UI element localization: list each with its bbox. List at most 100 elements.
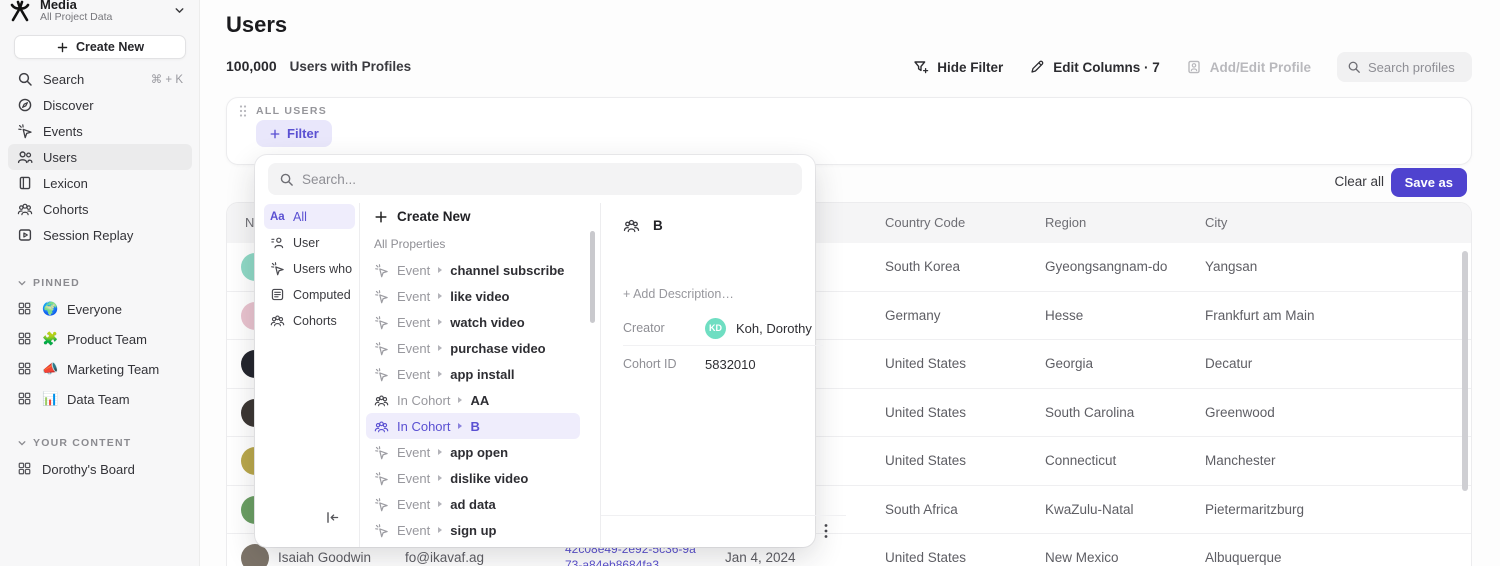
property-item-ad-data[interactable]: Eventad data	[366, 491, 580, 517]
property-item-in-cohort-b[interactable]: In CohortB	[366, 413, 580, 439]
sidebar-item-discover[interactable]: Discover	[8, 92, 192, 118]
category-all[interactable]: Aa All	[264, 204, 355, 229]
cohort-id-label: Cohort ID	[623, 357, 685, 371]
property-item-sign-up[interactable]: Eventsign up	[366, 517, 580, 543]
chevron-down-icon	[173, 4, 186, 17]
chevron-right-icon	[438, 267, 442, 273]
chevron-down-icon	[17, 278, 27, 288]
cohort-id-value: 5832010	[705, 357, 756, 372]
avatar	[241, 544, 269, 566]
user-property-icon	[270, 235, 285, 250]
column-header-region[interactable]: Region	[1045, 203, 1086, 243]
cohorts-icon	[374, 419, 389, 434]
add-edit-profile-button[interactable]: Add/Edit Profile	[1186, 59, 1311, 75]
cohort-title: B	[653, 218, 663, 233]
pinned-item-product-team[interactable]: 🧩 Product Team	[8, 324, 192, 354]
sidebar-item-cohorts[interactable]: Cohorts	[8, 196, 192, 222]
book-icon	[17, 175, 33, 191]
sidebar-item-events[interactable]: Events	[8, 118, 192, 144]
cell-country: United States	[885, 437, 966, 485]
plus-icon	[269, 128, 281, 140]
session-replay-icon	[17, 227, 33, 243]
pencil-icon	[1029, 59, 1045, 75]
pinned-header[interactable]: PINNED	[8, 272, 192, 294]
aa-text-icon: Aa	[270, 211, 285, 223]
add-filter-button[interactable]: Filter	[256, 120, 332, 147]
popup-create-new[interactable]: Create New	[374, 209, 471, 224]
cell-country: South Africa	[885, 486, 958, 534]
cell-region: Gyeongsangnam-do	[1045, 243, 1167, 291]
search-icon	[1347, 60, 1361, 74]
search-profiles-input[interactable]	[1368, 60, 1462, 75]
board-grid-icon	[17, 391, 33, 407]
category-cohorts[interactable]: Cohorts	[264, 308, 355, 333]
popup-scrollbar[interactable]	[590, 231, 595, 323]
creator-row: Creator KD Koh, Dorothy	[623, 315, 823, 341]
hide-filter-button[interactable]: Hide Filter	[913, 59, 1003, 75]
creator-label: Creator	[623, 321, 685, 335]
more-options-icon[interactable]	[824, 523, 828, 539]
your-content-header[interactable]: YOUR CONTENT	[8, 432, 192, 454]
property-item-purchase-video[interactable]: Eventpurchase video	[366, 335, 580, 361]
pinned-item-everyone[interactable]: 🌍 Everyone	[8, 294, 192, 324]
create-new-button[interactable]: Create New	[14, 35, 186, 59]
chevron-right-icon	[438, 449, 442, 455]
cell-country: United States	[885, 389, 966, 437]
clear-all-button[interactable]: Clear all	[1334, 174, 1384, 189]
puzzle-emoji-icon: 🧩	[42, 331, 58, 347]
pinned-section: PINNED 🌍 Everyone 🧩 Product Team 📣 Marke…	[8, 272, 192, 414]
all-users-label: ALL USERS	[256, 105, 327, 117]
property-item-app-install[interactable]: Eventapp install	[366, 361, 580, 387]
sidebar-item-search[interactable]: Search ⌘ + K	[8, 66, 192, 92]
chevron-right-icon	[438, 527, 442, 533]
board-grid-icon	[17, 461, 33, 477]
board-grid-icon	[17, 331, 33, 347]
compass-icon	[17, 97, 33, 113]
workspace-switcher[interactable]: Media All Project Data	[8, 0, 194, 28]
cell-city: Yangsan	[1205, 243, 1257, 291]
cohorts-icon	[374, 393, 389, 408]
edit-columns-button[interactable]: Edit Columns · 7	[1029, 59, 1160, 75]
category-computed[interactable]: Computed	[264, 282, 355, 307]
event-spark-icon	[374, 367, 389, 382]
board-grid-icon	[17, 301, 33, 317]
popup-property-list: Create New All Properties Eventchannel s…	[360, 203, 845, 547]
sidebar-item-session-replay[interactable]: Session Replay	[8, 222, 192, 248]
funnel-icon	[913, 59, 929, 75]
pinned-item-data-team[interactable]: 📊 Data Team	[8, 384, 192, 414]
category-user[interactable]: User	[264, 230, 355, 255]
drag-handle-icon[interactable]	[239, 104, 247, 118]
property-item-channel-subscribe[interactable]: Eventchannel subscribe	[366, 257, 580, 283]
property-item-like-video[interactable]: Eventlike video	[366, 283, 580, 309]
event-spark-icon	[17, 123, 33, 139]
property-item-watch-video[interactable]: Eventwatch video	[366, 309, 580, 335]
your-content-item-dorothys-board[interactable]: Dorothy's Board	[8, 454, 192, 484]
header-actions: Hide Filter Edit Columns · 7 Add/Edit Pr…	[913, 52, 1472, 82]
cell-region: Hesse	[1045, 292, 1083, 340]
chevron-right-icon	[438, 319, 442, 325]
profile-count-value: 100,000	[226, 58, 277, 74]
property-item-dislike-video[interactable]: Eventdislike video	[366, 465, 580, 491]
cell-city: Pietermaritzburg	[1205, 486, 1304, 534]
sidebar-item-users[interactable]: Users	[8, 144, 192, 170]
save-as-button[interactable]: Save as	[1391, 168, 1467, 197]
cell-country: South Korea	[885, 243, 960, 291]
cell-city: Albuquerque	[1205, 534, 1282, 566]
add-description-button[interactable]: + Add Description…	[623, 287, 734, 301]
table-scrollbar[interactable]	[1462, 251, 1468, 491]
column-header-city[interactable]: City	[1205, 203, 1227, 243]
sidebar-item-lexicon[interactable]: Lexicon	[8, 170, 192, 196]
category-users-who-did[interactable]: Users who di...	[264, 256, 355, 281]
creator-avatar: KD	[705, 318, 726, 339]
collapse-panel-icon[interactable]	[325, 510, 340, 525]
popup-search-input[interactable]	[302, 172, 791, 187]
pinned-item-marketing-team[interactable]: 📣 Marketing Team	[8, 354, 192, 384]
property-item-app-open[interactable]: Eventapp open	[366, 439, 580, 465]
users-icon	[17, 149, 33, 165]
property-item-in-cohort-aa[interactable]: In CohortAA	[366, 387, 580, 413]
event-spark-icon	[374, 315, 389, 330]
board-grid-icon	[17, 361, 33, 377]
column-header-country-code[interactable]: Country Code	[885, 203, 965, 243]
chevron-right-icon	[438, 345, 442, 351]
divider	[623, 345, 823, 346]
